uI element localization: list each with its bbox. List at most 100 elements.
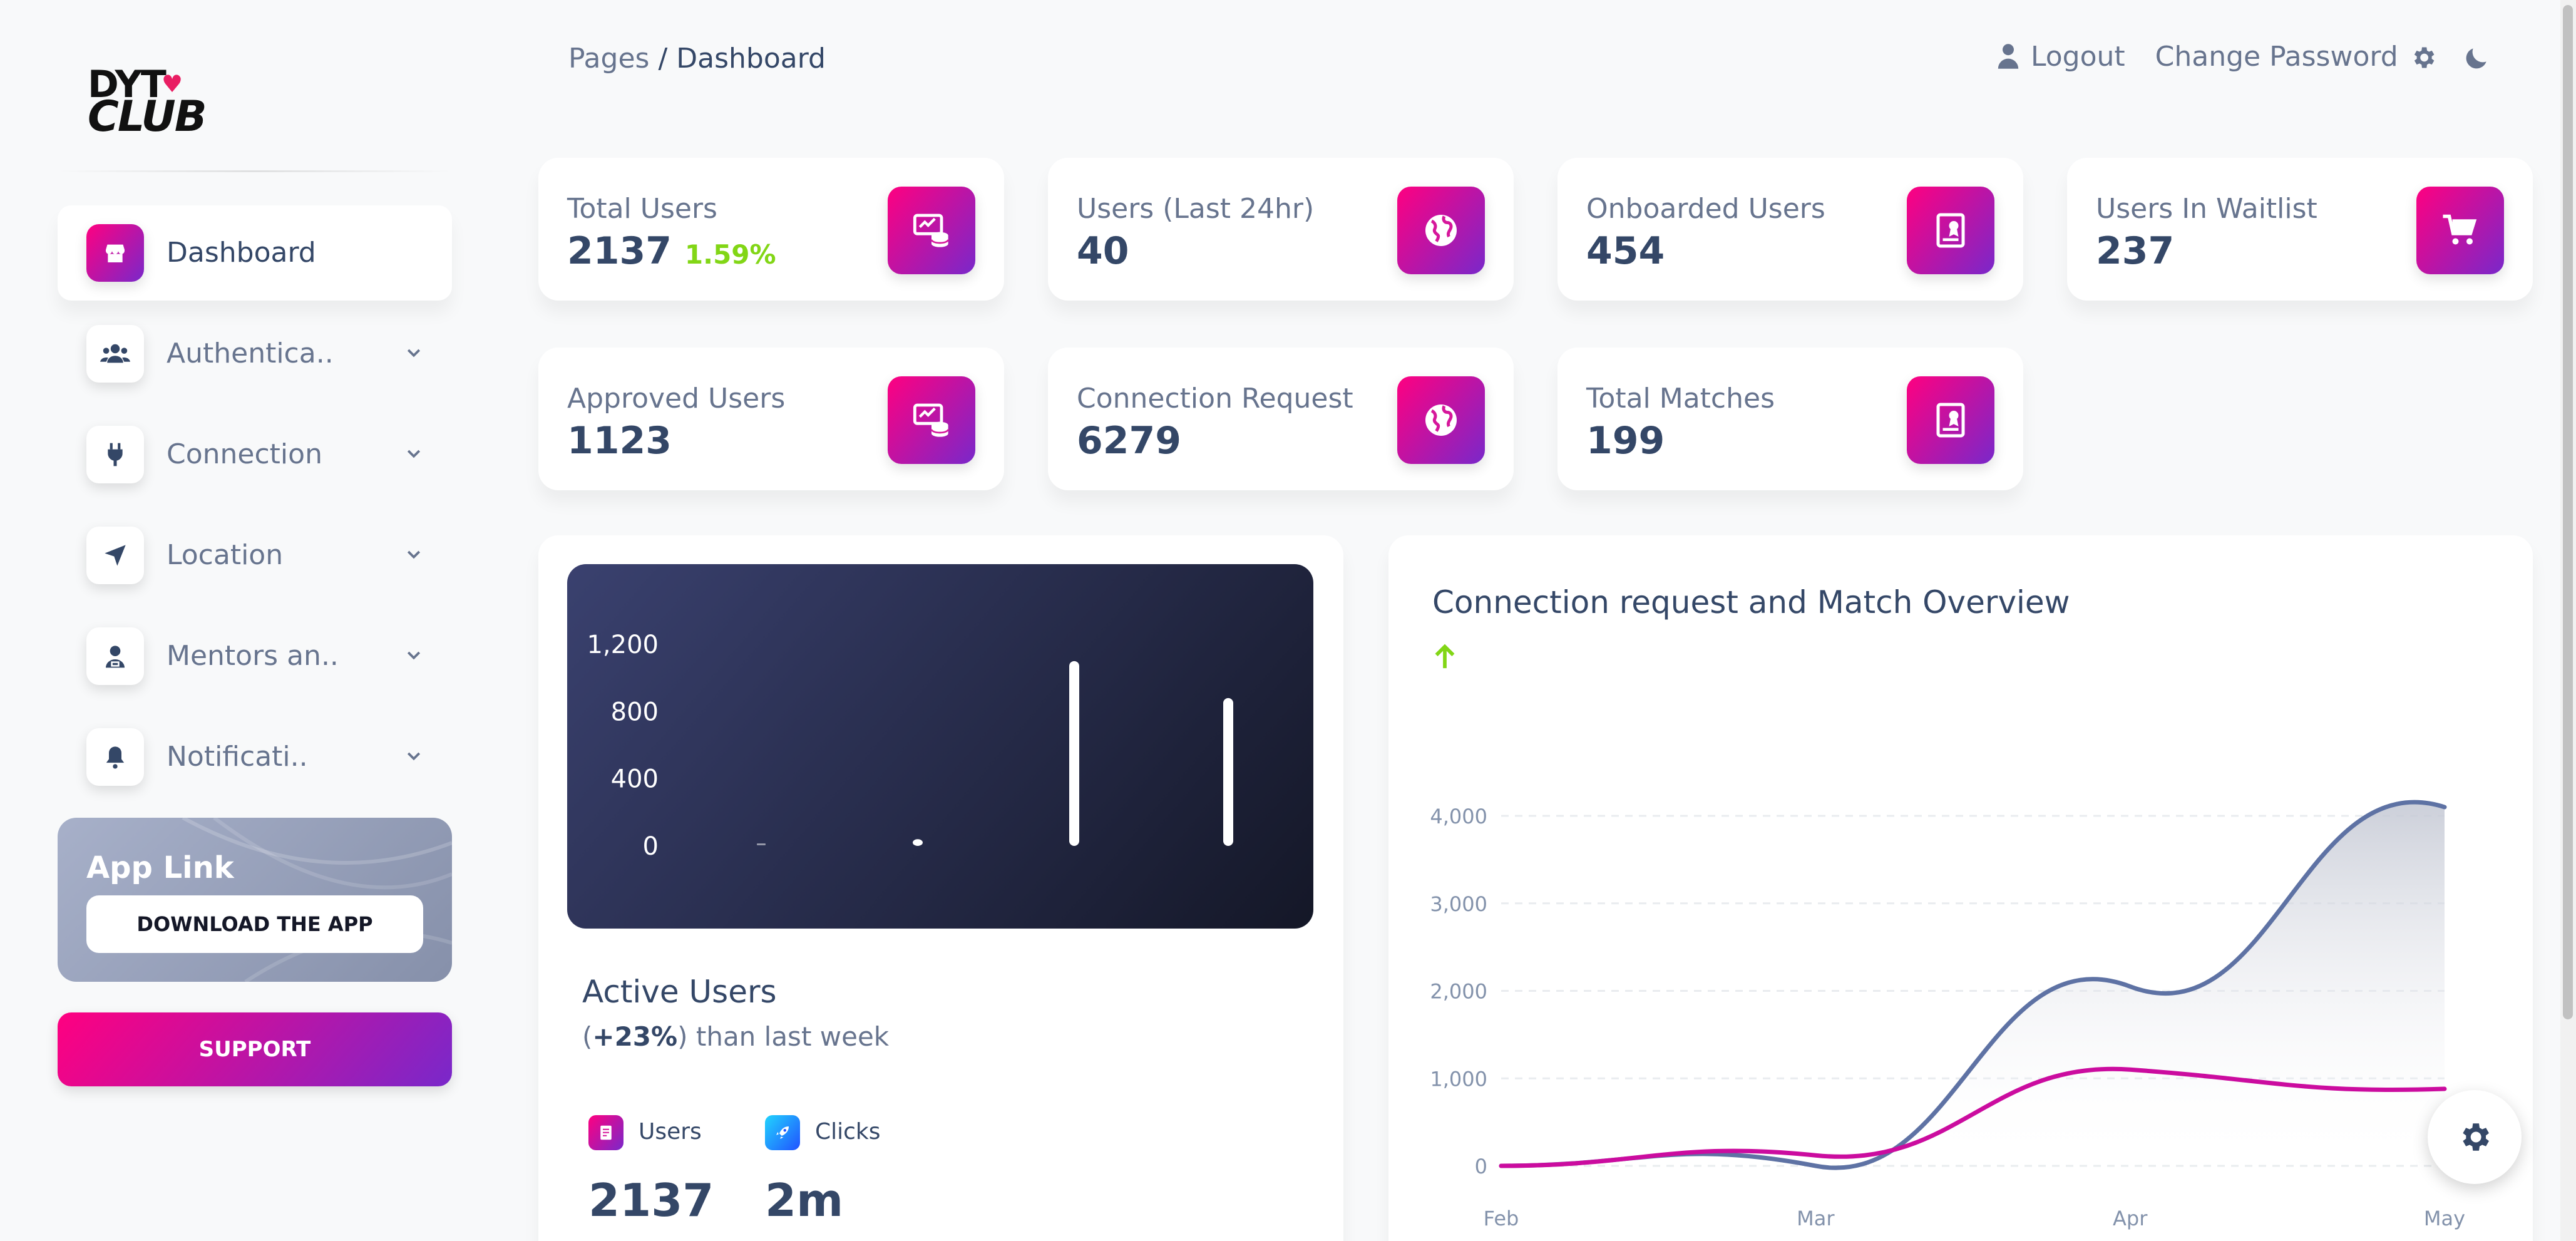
gear-icon bbox=[2463, 1123, 2489, 1151]
page-scrollbar[interactable] bbox=[2560, 0, 2576, 1241]
bell-icon bbox=[86, 728, 144, 786]
paper-diploma-icon bbox=[1907, 187, 1994, 274]
download-app-button[interactable]: DOWNLOAD THE APP bbox=[86, 895, 423, 953]
logo-line2: CLUB bbox=[88, 92, 207, 142]
support-button[interactable]: SUPPORT bbox=[58, 1012, 452, 1086]
bar-y-tick: 800 bbox=[611, 698, 659, 726]
stat-label: Approved Users bbox=[567, 383, 786, 415]
bar-y-tick: 400 bbox=[611, 765, 659, 794]
money-coins-icon bbox=[888, 187, 975, 274]
y-tick-label: 0 bbox=[1475, 1155, 1487, 1178]
breadcrumb-root[interactable]: Pages bbox=[568, 43, 649, 75]
stat-number: 2137 bbox=[567, 229, 672, 273]
active-users-bar-chart: 0 400 800 1,200 bbox=[567, 564, 1313, 929]
stat-value: 454 bbox=[1586, 229, 1665, 273]
overview-chart-card: Connection request and Match Overview 01… bbox=[1388, 535, 2533, 1241]
user-icon bbox=[1998, 44, 2019, 69]
stat-value: 6279 bbox=[1077, 419, 1181, 463]
app-link-title: App Link bbox=[86, 850, 234, 885]
sidebar-item-connection[interactable]: Connection bbox=[58, 407, 452, 502]
stat-card-onboarded-users: Onboarded Users 454 bbox=[1557, 158, 2023, 301]
active-users-subtitle: (+23%) than last week bbox=[582, 1021, 889, 1052]
sidebar-item-label: Notificati.. bbox=[167, 741, 308, 773]
bar bbox=[1069, 661, 1079, 846]
top-nav: Logout Change Password bbox=[1997, 38, 2486, 75]
stat-label: Total Matches bbox=[1586, 383, 1775, 415]
y-tick-label: 4,000 bbox=[1430, 805, 1487, 828]
x-tick-label: Mar bbox=[1797, 1207, 1835, 1230]
rocket-icon bbox=[765, 1115, 800, 1150]
gear-icon[interactable] bbox=[2409, 44, 2437, 71]
sidebar-item-location[interactable]: Location bbox=[58, 508, 452, 603]
stat-label: Total Users bbox=[567, 193, 717, 225]
bar bbox=[757, 843, 766, 845]
sidebar-item-authentication[interactable]: Authentica.. bbox=[58, 306, 452, 401]
active-users-card: 0 400 800 1,200 Active Users (+23%) than la… bbox=[538, 535, 1343, 1241]
mini-stat-value: 2137 bbox=[588, 1174, 714, 1227]
plug-icon bbox=[86, 426, 144, 483]
chevron-down-icon bbox=[407, 349, 421, 358]
stat-card-total-matches: Total Matches 199 bbox=[1557, 348, 2023, 490]
scrollbar-thumb[interactable] bbox=[2563, 5, 2573, 1019]
logo[interactable]: DYT ♥ CLUB bbox=[88, 66, 207, 138]
mini-stat-label: Users bbox=[639, 1119, 702, 1145]
stat-card-users-24hr: Users (Last 24hr) 40 bbox=[1048, 158, 1514, 301]
change-password-link[interactable]: Change Password bbox=[2155, 41, 2398, 73]
bar-chart-svg: 0 400 800 1,200 bbox=[587, 631, 1233, 861]
sidebar-item-label: Authentica.. bbox=[167, 337, 334, 369]
stat-value: 1123 bbox=[567, 419, 672, 463]
x-tick-label: Apr bbox=[2113, 1207, 2148, 1230]
logout-label: Logout bbox=[2031, 40, 2125, 73]
breadcrumb-separator: / bbox=[649, 43, 677, 75]
users-icon bbox=[86, 325, 144, 383]
active-users-title: Active Users bbox=[582, 974, 777, 1010]
moon-icon[interactable] bbox=[2463, 44, 2491, 71]
stat-label: Users In Waitlist bbox=[2096, 193, 2317, 225]
chevron-down-icon bbox=[407, 450, 421, 458]
sidebar-item-dashboard[interactable]: Dashboard bbox=[58, 205, 452, 301]
stat-card-total-users: Total Users 2137 1.59% bbox=[538, 158, 1004, 301]
app-link-card: App Link DOWNLOAD THE APP bbox=[58, 818, 452, 982]
stat-label: Onboarded Users bbox=[1586, 193, 1825, 225]
subtitle-rest: ) than last week bbox=[677, 1021, 890, 1052]
stat-value: 2137 1.59% bbox=[567, 229, 776, 273]
sidebar: DYT ♥ CLUB Dashboard Authentica.. Connec… bbox=[0, 0, 476, 1241]
bar-y-tick: 0 bbox=[643, 832, 659, 861]
bar-y-tick: 1,200 bbox=[587, 631, 659, 659]
stat-card-approved-users: Approved Users 1123 bbox=[538, 348, 1004, 490]
sidebar-item-mentors[interactable]: Mentors an.. bbox=[58, 609, 452, 704]
settings-fab-button[interactable] bbox=[2428, 1090, 2522, 1184]
stat-label: Users (Last 24hr) bbox=[1077, 193, 1315, 225]
bar bbox=[1223, 698, 1233, 846]
location-arrow-icon bbox=[86, 527, 144, 584]
chevron-down-icon bbox=[407, 752, 421, 761]
stat-card-waitlist: Users In Waitlist 237 bbox=[2067, 158, 2533, 301]
bar bbox=[913, 839, 923, 846]
y-tick-label: 3,000 bbox=[1430, 892, 1487, 916]
chevron-down-icon bbox=[407, 550, 421, 559]
stat-value: 237 bbox=[2096, 229, 2175, 273]
stat-change: 1.59% bbox=[684, 239, 776, 270]
subtitle-percentage: +23% bbox=[592, 1021, 678, 1052]
sidebar-item-label: Location bbox=[167, 539, 284, 571]
world-icon bbox=[1397, 376, 1485, 464]
paper-diploma-icon bbox=[1907, 376, 1994, 464]
breadcrumb-current: Dashboard bbox=[676, 43, 826, 75]
cart-icon bbox=[2416, 187, 2504, 274]
money-coins-icon bbox=[888, 376, 975, 464]
y-tick-label: 1,000 bbox=[1430, 1067, 1487, 1091]
sidebar-item-notifications[interactable]: Notificati.. bbox=[58, 709, 452, 805]
breadcrumb: Pages / Dashboard bbox=[568, 43, 826, 75]
stat-value: 40 bbox=[1077, 229, 1129, 273]
shop-icon bbox=[86, 224, 144, 282]
user-tie-icon bbox=[86, 627, 144, 685]
subtitle-open: ( bbox=[582, 1021, 593, 1052]
stat-label: Connection Request bbox=[1077, 383, 1353, 415]
x-tick-label: May bbox=[2424, 1207, 2465, 1230]
y-tick-label: 2,000 bbox=[1430, 980, 1487, 1004]
logout-link[interactable]: Logout bbox=[1997, 41, 2125, 73]
mini-stat-label: Clicks bbox=[815, 1119, 881, 1145]
chevron-down-icon bbox=[407, 651, 421, 660]
stat-card-connection-request: Connection Request 6279 bbox=[1048, 348, 1514, 490]
sidebar-divider bbox=[58, 170, 452, 172]
